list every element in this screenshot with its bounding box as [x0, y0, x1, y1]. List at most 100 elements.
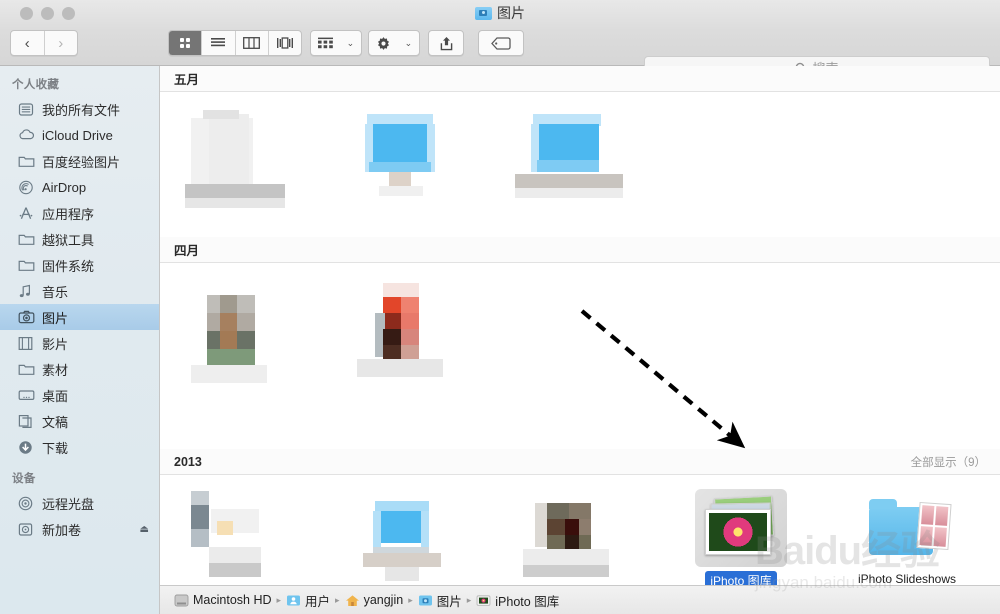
iphoto-icon: [476, 594, 491, 607]
sidebar-item-label: 远程光盘: [42, 496, 95, 512]
camera-folder-icon: [418, 594, 433, 607]
file-item[interactable]: [492, 92, 658, 208]
window-title-text: 图片: [497, 5, 525, 21]
sidebar-item-icloud-drive[interactable]: iCloud Drive: [0, 122, 159, 148]
sidebar-item-baidu-pictures[interactable]: 百度经验图片: [0, 148, 159, 174]
coverflow-view-button[interactable]: [269, 31, 301, 55]
sidebar-item-label: 下载: [42, 440, 69, 456]
sidebar-item-remote-disc[interactable]: 远程光盘: [0, 490, 159, 516]
breadcrumb-separator: ▸: [335, 594, 340, 605]
tag-button[interactable]: [478, 30, 524, 56]
file-item[interactable]: [160, 475, 326, 585]
sidebar-item-label: 素材: [42, 362, 69, 378]
breadcrumb-label: 图片: [436, 594, 462, 609]
sidebar-item-jailbreak-tools[interactable]: 越狱工具: [0, 226, 159, 252]
hard-disk-icon: [18, 522, 35, 537]
file-label: [404, 377, 414, 379]
group-header: 五月: [160, 66, 1000, 92]
group-items: [160, 263, 1000, 449]
file-browser-content[interactable]: 五月 四月 2013 全部显示（9） iPhoto 图库 iPhoto Slid…: [160, 66, 1000, 585]
share-button[interactable]: [428, 30, 464, 56]
sidebar-item-label: 越狱工具: [42, 232, 95, 248]
action-menu-button[interactable]: ⌄: [368, 30, 420, 56]
group-items: [160, 92, 1000, 237]
gear-icon: [369, 36, 398, 51]
sidebar-item-music[interactable]: 音乐: [0, 278, 159, 304]
sidebar-item-label: 我的所有文件: [42, 102, 121, 118]
sidebar-item-desktop[interactable]: 桌面: [0, 382, 159, 408]
sidebar-item-firmware-system[interactable]: 固件系统: [0, 252, 159, 278]
file-item[interactable]: [326, 92, 492, 208]
sidebar-item-label: 新加卷: [42, 522, 82, 538]
sidebar-item-applications[interactable]: 应用程序: [0, 200, 159, 226]
breadcrumb-label: yangjin: [363, 593, 404, 607]
users-folder-icon: [286, 594, 301, 607]
file-item[interactable]: [326, 475, 492, 585]
group-title: 2013: [174, 454, 202, 469]
view-mode-segment: [168, 30, 302, 56]
breadcrumb-item-pictures[interactable]: 图片: [418, 591, 462, 610]
file-item[interactable]: [326, 263, 492, 379]
back-button[interactable]: ‹: [11, 31, 45, 55]
arrange-button[interactable]: ⌄: [310, 30, 362, 56]
blurred-thumbnail: [349, 485, 469, 585]
folder-icon: [18, 258, 35, 273]
blurred-thumbnail: [183, 485, 303, 585]
all-files-icon: [18, 102, 35, 117]
file-item-iphoto-slideshows[interactable]: iPhoto Slideshows: [824, 475, 990, 585]
finder-sidebar[interactable]: 个人收藏 我的所有文件 iCloud Drive 百度经验图片 AirDrop …: [0, 66, 160, 614]
finder-toolbar: ‹ › ⌄ ⌄: [0, 26, 1000, 79]
breadcrumb-item-iphoto-library[interactable]: iPhoto 图库: [476, 591, 559, 610]
arrange-icon: [311, 37, 340, 50]
sidebar-item-airdrop[interactable]: AirDrop: [0, 174, 159, 200]
sidebar-item-label: AirDrop: [42, 179, 87, 195]
breadcrumb-label: 用户: [305, 594, 331, 609]
blurred-thumbnail: [183, 273, 303, 383]
sidebar-section-devices-header: 设备: [12, 473, 36, 485]
navigation-segment: ‹ ›: [10, 30, 78, 56]
sidebar-item-materials[interactable]: 素材: [0, 356, 159, 382]
breadcrumb-item-macintosh-hd[interactable]: Macintosh HD: [174, 593, 272, 607]
icon-view-button[interactable]: [169, 31, 203, 55]
folder-icon: [18, 232, 35, 247]
optical-disc-icon: [18, 496, 35, 511]
iphoto-library-icon: [695, 489, 787, 567]
breadcrumb-label: iPhoto 图库: [495, 594, 560, 609]
file-label: [570, 206, 580, 208]
list-view-button[interactable]: [202, 31, 236, 55]
sidebar-item-all-files[interactable]: 我的所有文件: [0, 96, 159, 122]
breadcrumb-item-home[interactable]: yangjin: [345, 593, 404, 607]
sidebar-item-downloads[interactable]: 下载: [0, 434, 159, 460]
breadcrumb: Macintosh HD ▸ 用户 ▸ yangjin ▸ 图片 ▸ iPhot…: [160, 585, 1000, 614]
forward-button[interactable]: ›: [45, 31, 78, 55]
file-item[interactable]: [160, 263, 326, 383]
sidebar-item-label: 百度经验图片: [42, 154, 121, 170]
sidebar-item-movies[interactable]: 影片: [0, 330, 159, 356]
blurred-thumbnail: [349, 273, 469, 377]
show-all-link[interactable]: 全部显示（9）: [911, 454, 986, 470]
blurred-thumbnail: [183, 102, 303, 208]
eject-icon[interactable]: ⏏: [140, 524, 149, 535]
sidebar-section-favorites-header: 个人收藏: [12, 79, 60, 91]
sidebar-item-documents[interactable]: 文稿: [0, 408, 159, 434]
group-title: 四月: [174, 244, 200, 258]
file-item[interactable]: [492, 475, 658, 585]
folder-icon: [18, 362, 35, 377]
camera-folder-icon: [475, 6, 492, 20]
sidebar-item-label: 图片: [42, 310, 69, 326]
sidebar-item-new-volume[interactable]: 新加卷 ⏏: [0, 516, 159, 542]
group-header: 四月: [160, 237, 1000, 263]
blurred-thumbnail: [515, 485, 635, 585]
file-label: iPhoto 图库: [705, 571, 777, 585]
file-item[interactable]: [160, 92, 326, 208]
breadcrumb-item-users[interactable]: 用户: [286, 591, 330, 610]
columns-icon: [243, 37, 261, 49]
chevron-down-icon: ⌄: [346, 37, 355, 48]
column-view-button[interactable]: [236, 31, 269, 55]
sidebar-item-label: 音乐: [42, 284, 69, 300]
sidebar-item-pictures[interactable]: 图片: [0, 304, 159, 330]
file-label: [404, 206, 414, 208]
documents-icon: [18, 414, 35, 429]
file-item-iphoto-library[interactable]: iPhoto 图库: [658, 475, 824, 585]
airdrop-icon: [18, 180, 35, 195]
